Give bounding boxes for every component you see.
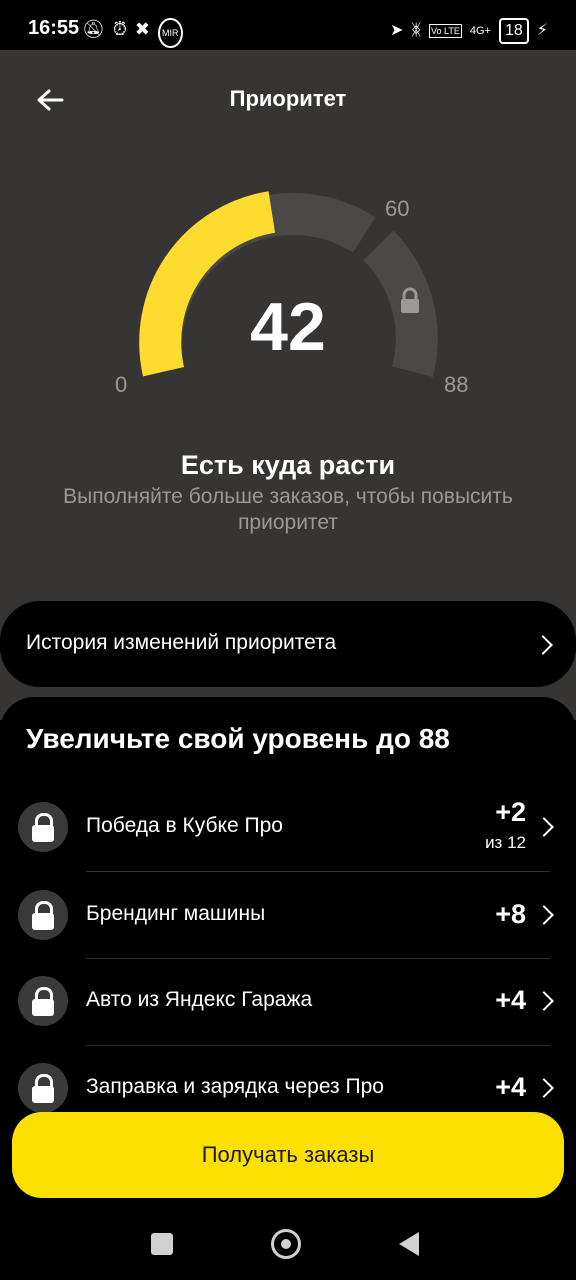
status-right-icons: ➤ ᛤ Vo LTE 4G+ 18 ⚡	[390, 18, 548, 44]
levels-title: Увеличьте свой уровень до 88	[26, 723, 450, 754]
status-bar: 16:55 🔕︎ ⏰︎ ✖ MIR ➤ ᛤ Vo LTE 4G+ 18 ⚡	[0, 0, 576, 50]
level-item-label: Брендинг машины	[86, 902, 266, 925]
home-icon[interactable]	[271, 1229, 301, 1259]
gauge-min-label: 0	[115, 372, 128, 397]
level-item-value: +4	[495, 1072, 526, 1102]
chevron-right-icon	[534, 1078, 554, 1098]
lock-icon	[18, 890, 68, 940]
chevron-right-icon	[533, 635, 553, 655]
charging-icon: ⚡	[536, 22, 548, 39]
gauge-max-label: 88	[444, 372, 469, 397]
recents-icon[interactable]	[151, 1233, 173, 1255]
page-title: Приоритет	[229, 86, 347, 111]
back-icon[interactable]	[399, 1232, 419, 1256]
level-item-value: +8	[495, 899, 526, 929]
lock-icon	[18, 1063, 68, 1113]
history-label: История изменений приоритета	[26, 631, 337, 654]
app-icon: ✖	[134, 19, 150, 39]
signal-icon: 4G+	[469, 25, 491, 37]
history-button[interactable]: История изменений приоритета	[0, 601, 576, 687]
battery-icon: 18	[498, 18, 529, 44]
chevron-right-icon	[534, 817, 554, 837]
level-item-value: +4	[495, 985, 526, 1015]
status-description: Выполняйте больше заказов, чтобы повысит…	[63, 485, 513, 534]
level-item[interactable]: Победа в Кубке Про +2 из 12	[0, 783, 576, 869]
level-item[interactable]: Авто из Яндекс Гаража +4	[0, 958, 576, 1044]
level-item-label: Победа в Кубке Про	[86, 814, 283, 837]
level-item[interactable]: Брендинг машины +8	[0, 872, 576, 958]
levels-card: Увеличьте свой уровень до 88 Победа в Ку…	[0, 697, 576, 1117]
priority-value: 42	[250, 289, 326, 365]
status-time: 16:55	[28, 17, 80, 39]
volte-icon: Vo LTE	[429, 24, 462, 38]
level-item-sub: из 12	[485, 833, 526, 852]
gauge-mid-label: 60	[385, 196, 410, 221]
level-item-label: Заправка и зарядка через Про	[86, 1075, 384, 1098]
lock-icon	[18, 802, 68, 852]
level-item[interactable]: Заправка и зарядка через Про +4	[0, 1045, 576, 1117]
status-left-icons: 🔕︎ ⏰︎ ✖ MIR	[82, 18, 183, 48]
level-item-value: +2	[495, 797, 526, 827]
alarm-icon: ⏰︎	[112, 19, 127, 39]
lock-icon	[18, 976, 68, 1026]
status-title: Есть куда расти	[180, 450, 396, 480]
bell-off-icon: 🔕︎	[82, 19, 105, 39]
location-icon: ➤	[389, 22, 404, 39]
get-orders-button[interactable]: Получать заказы	[12, 1112, 564, 1198]
chevron-right-icon	[534, 905, 554, 925]
chevron-right-icon	[534, 991, 554, 1011]
level-item-label: Авто из Яндекс Гаража	[86, 988, 313, 1011]
bluetooth-icon: ᛤ	[411, 22, 421, 39]
system-nav-bar	[0, 1200, 576, 1280]
get-orders-label: Получать заказы	[201, 1142, 375, 1167]
mir-icon: MIR	[158, 18, 183, 48]
